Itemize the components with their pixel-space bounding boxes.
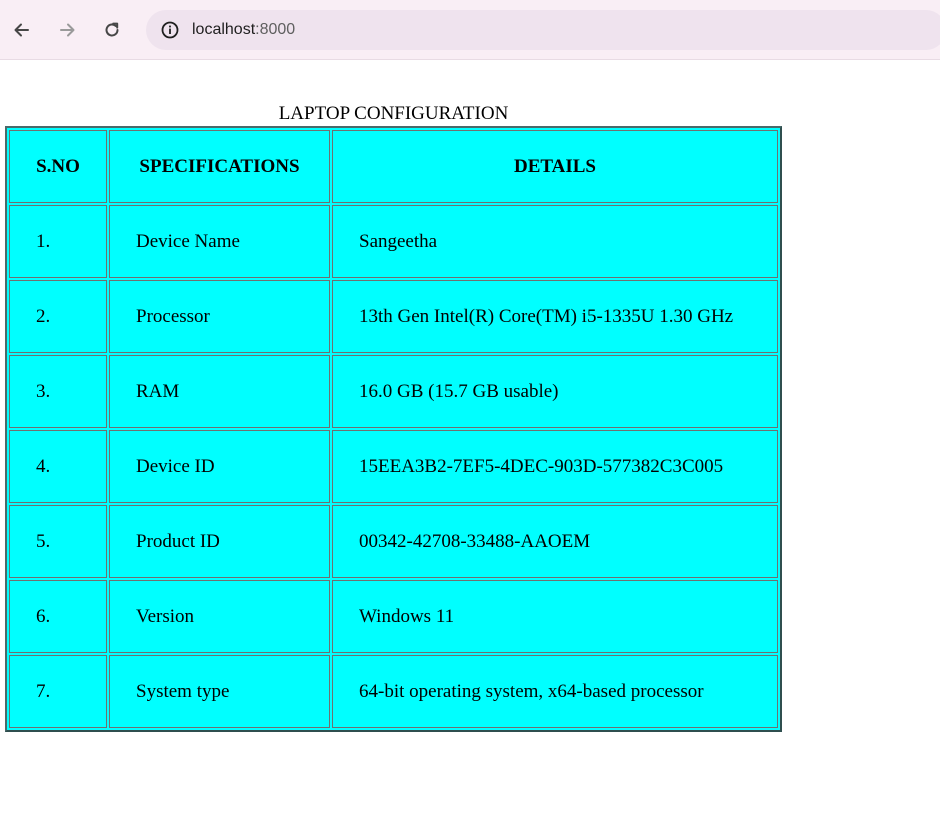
cell-sno: 6. xyxy=(9,580,107,653)
table-row: 6. Version Windows 11 xyxy=(9,580,778,653)
forward-button[interactable] xyxy=(51,14,83,46)
url-text[interactable]: localhost:8000 xyxy=(192,21,295,39)
url-host: localhost xyxy=(192,21,256,38)
header-specifications: SPECIFICATIONS xyxy=(109,130,330,203)
cell-spec: RAM xyxy=(109,355,330,428)
cell-details: 16.0 GB (15.7 GB usable) xyxy=(332,355,778,428)
cell-sno: 7. xyxy=(9,655,107,728)
arrow-left-icon xyxy=(14,23,29,37)
cell-details: Sangeetha xyxy=(332,205,778,278)
arrow-right-icon xyxy=(60,23,75,37)
url-port: :8000 xyxy=(255,21,296,38)
cell-details: 00342-42708-33488-AAOEM xyxy=(332,505,778,578)
reload-icon xyxy=(105,22,119,37)
table-caption: LAPTOP CONFIGURATION xyxy=(278,103,509,124)
cell-details: 15EEA3B2-7EF5-4DEC-903D-577382C3C005 xyxy=(332,430,778,503)
cell-sno: 2. xyxy=(9,280,107,353)
table-row: 5. Product ID 00342-42708-33488-AAOEM xyxy=(9,505,778,578)
table-row: 1. Device Name Sangeetha xyxy=(9,205,778,278)
site-info-icon[interactable] xyxy=(150,10,190,50)
cell-sno: 5. xyxy=(9,505,107,578)
cell-spec: Device Name xyxy=(109,205,330,278)
cell-spec: Product ID xyxy=(109,505,330,578)
address-bar[interactable]: localhost:8000 xyxy=(146,10,940,50)
header-sno: S.NO xyxy=(9,130,107,203)
header-details: DETAILS xyxy=(332,130,778,203)
cell-sno: 1. xyxy=(9,205,107,278)
cell-spec: Processor xyxy=(109,280,330,353)
back-button[interactable] xyxy=(6,14,38,46)
cell-sno: 3. xyxy=(9,355,107,428)
laptop-config-table: LAPTOP CONFIGURATION S.NO SPECIFICATIONS… xyxy=(5,93,782,732)
browser-toolbar: localhost:8000 xyxy=(0,0,940,60)
cell-spec: Device ID xyxy=(109,430,330,503)
table-row: 2. Processor 13th Gen Intel(R) Core(TM) … xyxy=(9,280,778,353)
table-row: 3. RAM 16.0 GB (15.7 GB usable) xyxy=(9,355,778,428)
reload-button[interactable] xyxy=(96,14,128,46)
cell-details: Windows 11 xyxy=(332,580,778,653)
cell-details: 64-bit operating system, x64-based proce… xyxy=(332,655,778,728)
cell-details: 13th Gen Intel(R) Core(TM) i5-1335U 1.30… xyxy=(332,280,778,353)
cell-spec: Version xyxy=(109,580,330,653)
table-header-row: S.NO SPECIFICATIONS DETAILS xyxy=(9,130,778,203)
table-row: 4. Device ID 15EEA3B2-7EF5-4DEC-903D-577… xyxy=(9,430,778,503)
cell-spec: System type xyxy=(109,655,330,728)
cell-sno: 4. xyxy=(9,430,107,503)
table-row: 7. System type 64-bit operating system, … xyxy=(9,655,778,728)
